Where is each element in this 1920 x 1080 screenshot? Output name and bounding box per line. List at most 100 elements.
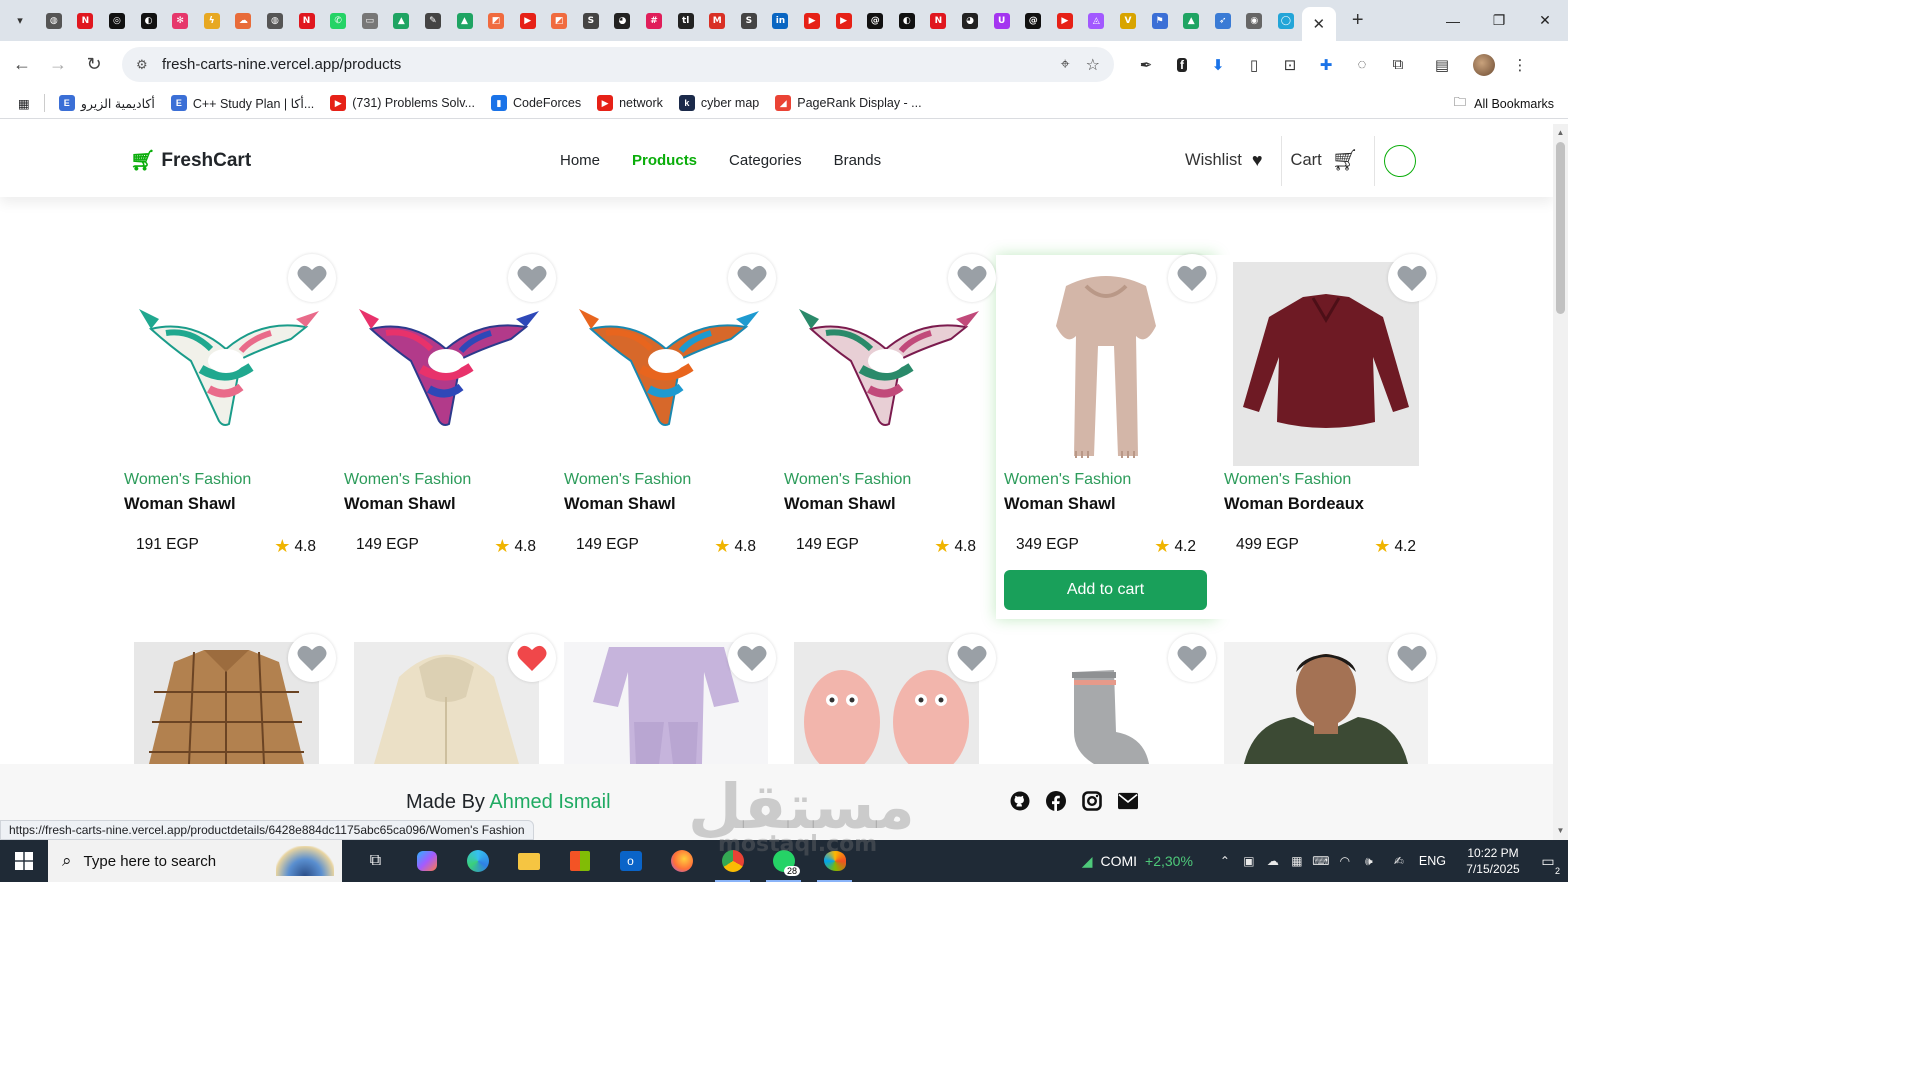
pinned-tab[interactable]: ◉ bbox=[1239, 6, 1271, 36]
bookmark-item[interactable]: E أكاديمية الزيرو bbox=[51, 90, 163, 116]
minimize-button[interactable]: — bbox=[1430, 0, 1476, 41]
profile-avatar[interactable] bbox=[1466, 47, 1502, 83]
nav-link-brands[interactable]: Brands bbox=[834, 152, 882, 169]
product-image[interactable] bbox=[1004, 642, 1189, 764]
author-link[interactable]: Ahmed Ismail bbox=[489, 791, 610, 813]
product-title[interactable]: Woman Shawl bbox=[124, 495, 236, 514]
eyedropper-icon[interactable]: ✒ bbox=[1128, 47, 1164, 83]
pinned-tab[interactable]: ▲ bbox=[386, 6, 418, 36]
pinned-tab[interactable]: ϟ bbox=[196, 6, 228, 36]
pinned-tab[interactable]: ◩ bbox=[480, 6, 512, 36]
wishlist-toggle-button[interactable] bbox=[508, 254, 556, 302]
forward-button[interactable]: → bbox=[40, 47, 76, 83]
page-scrollbar[interactable]: ▲ ▼ bbox=[1553, 124, 1568, 840]
product-title[interactable]: Woman Shawl bbox=[344, 495, 456, 514]
close-icon[interactable]: ✕ bbox=[1312, 15, 1325, 33]
clipboard-icon[interactable]: ▯ bbox=[1236, 47, 1272, 83]
apps-grid-icon[interactable]: ▦ bbox=[10, 90, 38, 116]
task-view-icon[interactable]: ⧉ bbox=[350, 840, 401, 882]
pinned-tab[interactable]: ◐ bbox=[891, 6, 923, 36]
bookmark-item[interactable]: ▮ CodeForces bbox=[483, 90, 589, 116]
wishlist-toggle-button[interactable] bbox=[1388, 634, 1436, 682]
security-icon[interactable]: ▦ bbox=[1285, 854, 1309, 868]
product-card[interactable]: Women's Fashion Woman Shawl 149 EGP ★ 4.8 bbox=[336, 255, 556, 619]
wishlist-toggle-button[interactable] bbox=[728, 254, 776, 302]
product-title[interactable]: Woman Bordeaux bbox=[1224, 495, 1364, 514]
scroll-down-icon[interactable]: ▼ bbox=[1553, 824, 1568, 838]
pinned-tab[interactable]: V bbox=[1112, 6, 1144, 36]
pinned-tab[interactable]: ⚑ bbox=[1144, 6, 1176, 36]
bookmark-item[interactable]: ▶ (731) Problems Solv... bbox=[322, 90, 483, 116]
pinned-tab[interactable]: ◯ bbox=[1270, 6, 1302, 36]
bookmark-item[interactable]: k cyber map bbox=[671, 90, 767, 116]
wishlist-toggle-button[interactable] bbox=[948, 254, 996, 302]
nav-link-products[interactable]: Products bbox=[632, 152, 697, 169]
bookmark-item[interactable]: E C++ Study Plan | أكا... bbox=[163, 90, 322, 116]
product-card[interactable]: Women's Fashion Woman Shawl 149 EGP ★ 4.8 bbox=[776, 255, 996, 619]
product-card[interactable]: Women's Fashion Woman Bordeaux 499 EGP ★… bbox=[1216, 255, 1436, 619]
address-bar[interactable]: ⚙ fresh-carts-nine.vercel.app/products ⌖… bbox=[122, 47, 1114, 82]
user-avatar-button[interactable] bbox=[1384, 144, 1417, 177]
location-icon[interactable]: ⌖ bbox=[1061, 56, 1070, 74]
pinned-tab[interactable]: ▲ bbox=[1175, 6, 1207, 36]
stock-widget[interactable]: ◢ COMI +2,30% bbox=[1082, 853, 1193, 870]
cloud-icon[interactable]: ☁ bbox=[1261, 854, 1285, 868]
active-tab[interactable]: ✕ bbox=[1301, 7, 1336, 41]
pinned-tab[interactable]: ▶ bbox=[1049, 6, 1081, 36]
pinned-tab[interactable]: ◍ bbox=[259, 6, 291, 36]
wishlist-toggle-button[interactable] bbox=[1168, 254, 1216, 302]
taskbar-search[interactable]: ⌕ Type here to search bbox=[48, 840, 342, 882]
bookmark-item[interactable]: ◢ PageRank Display - ... bbox=[767, 90, 929, 116]
notification-center-icon[interactable]: ▭ 2 bbox=[1528, 840, 1568, 882]
volume-icon[interactable]: 🕪︎ bbox=[1357, 854, 1381, 869]
tab-search-button[interactable]: ▾ bbox=[6, 7, 34, 35]
restore-button[interactable]: ❐ bbox=[1476, 0, 1522, 41]
start-button[interactable] bbox=[0, 840, 48, 882]
pinned-tab[interactable]: S bbox=[733, 6, 765, 36]
facebook-icon[interactable] bbox=[1046, 791, 1066, 811]
pinned-tab[interactable]: ◕ bbox=[954, 6, 986, 36]
cart-link[interactable]: Cart 🛒︎ bbox=[1282, 135, 1376, 186]
pinned-tab[interactable]: ◎ bbox=[101, 6, 133, 36]
add-to-cart-button[interactable]: Add to cart bbox=[1004, 570, 1207, 610]
pinned-tab[interactable]: ◩ bbox=[544, 6, 576, 36]
copilot-icon[interactable] bbox=[401, 840, 452, 882]
brand-logo[interactable]: 🛒︎ FreshCart bbox=[130, 124, 251, 197]
whatsapp-icon[interactable]: 28 bbox=[758, 840, 809, 882]
pinned-tab[interactable]: ▶ bbox=[796, 6, 828, 36]
pinned-tab[interactable]: N bbox=[291, 6, 323, 36]
product-card[interactable]: Women's Fashion Woman Shawl 191 EGP ★ 4.8 bbox=[116, 255, 336, 619]
wishlist-toggle-button[interactable] bbox=[288, 254, 336, 302]
pinned-tab[interactable]: ◍ bbox=[38, 6, 70, 36]
scrollbar-thumb[interactable] bbox=[1556, 142, 1565, 314]
wishlist-link[interactable]: Wishlist ♥ bbox=[1185, 135, 1282, 186]
firefox-icon[interactable] bbox=[656, 840, 707, 882]
nav-link-categories[interactable]: Categories bbox=[729, 152, 802, 169]
all-bookmarks[interactable]: 🗀 All Bookmarks bbox=[1454, 88, 1554, 119]
device-icon[interactable]: ▣ bbox=[1237, 854, 1261, 868]
puzzle-extension-icon[interactable]: ✚ bbox=[1308, 47, 1344, 83]
github-icon[interactable] bbox=[1010, 791, 1030, 811]
pinned-tab[interactable]: ✻ bbox=[164, 6, 196, 36]
product-title[interactable]: Woman Shawl bbox=[564, 495, 676, 514]
product-card[interactable]: Women's Fashion Woman Shawl 349 EGP ★ 4.2… bbox=[996, 255, 1216, 619]
download-icon[interactable]: ⬇ bbox=[1200, 47, 1236, 83]
keyboard-icon[interactable]: ⌨ bbox=[1309, 854, 1333, 868]
back-button[interactable]: ← bbox=[4, 47, 40, 83]
pinned-tab[interactable]: ▭ bbox=[354, 6, 386, 36]
pen-icon[interactable]: ✍ bbox=[1387, 854, 1411, 868]
chrome-icon[interactable] bbox=[707, 840, 758, 882]
pinned-tab[interactable]: @ bbox=[1017, 6, 1049, 36]
pinned-tab[interactable]: ▶ bbox=[512, 6, 544, 36]
pinned-tab[interactable]: ➶ bbox=[1207, 6, 1239, 36]
chevron-up-icon[interactable]: ⌃ bbox=[1213, 854, 1237, 868]
instagram-icon[interactable] bbox=[1082, 791, 1102, 811]
pinned-tab[interactable]: in bbox=[765, 6, 797, 36]
product-title[interactable]: Woman Shawl bbox=[1004, 495, 1116, 514]
store-icon[interactable] bbox=[554, 840, 605, 882]
file-explorer-icon[interactable] bbox=[503, 840, 554, 882]
bookmark-item[interactable]: ▶ network bbox=[589, 90, 671, 116]
wifi-icon[interactable]: ◠ bbox=[1333, 854, 1357, 868]
pinned-tab[interactable]: # bbox=[638, 6, 670, 36]
url-text[interactable]: fresh-carts-nine.vercel.app/products bbox=[162, 56, 401, 73]
